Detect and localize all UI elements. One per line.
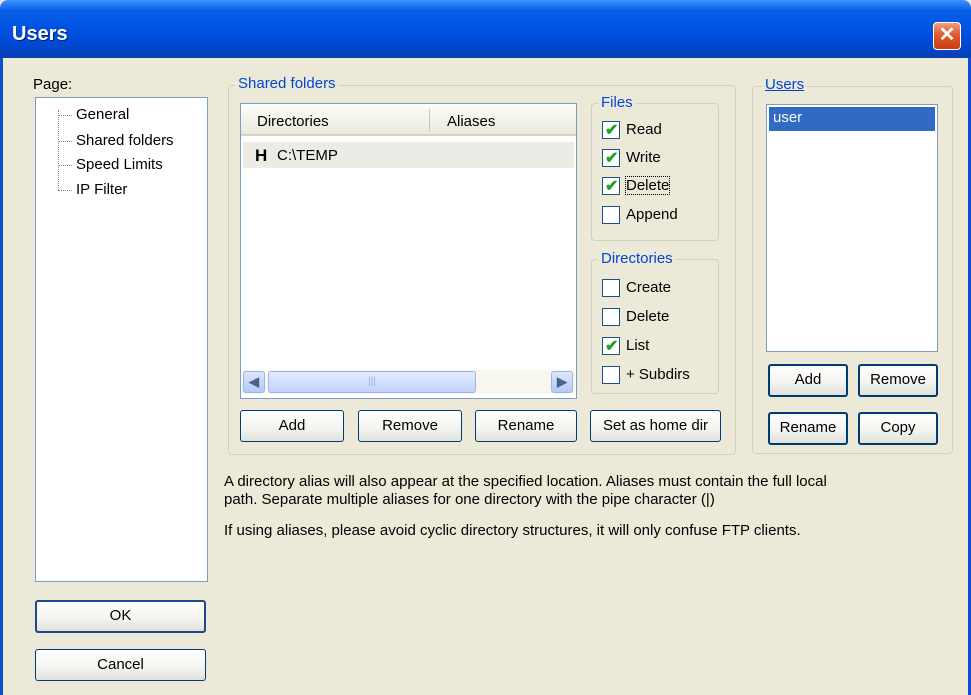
ok-button[interactable]: OK — [35, 600, 206, 633]
directory-row[interactable]: H C:\TEMP — [243, 142, 574, 168]
cancel-button[interactable]: Cancel — [35, 649, 206, 681]
grip-icon: ||| — [368, 376, 376, 387]
checkbox-box — [602, 279, 620, 297]
shared-folders-title: Shared folders — [235, 75, 339, 92]
chevron-right-icon: ▶ — [557, 374, 567, 389]
column-directories[interactable]: Directories — [257, 113, 329, 130]
check-icon: ✔ — [605, 178, 619, 195]
tree-connector — [58, 115, 72, 116]
tree-item-shared-folders[interactable]: Shared folders — [76, 132, 174, 149]
tree-connector — [58, 165, 72, 166]
add-user-button[interactable]: Add — [768, 364, 848, 397]
checkbox-label: + Subdirs — [626, 366, 690, 383]
check-icon: ✔ — [605, 150, 619, 167]
checkbox-box: ✔ — [602, 177, 620, 195]
close-button[interactable]: ✕ — [933, 22, 961, 50]
tree-connector — [58, 190, 72, 191]
user-list-item[interactable]: user — [769, 107, 935, 131]
checkbox-box — [602, 308, 620, 326]
checkbox-label: Read — [626, 121, 662, 138]
remove-user-button[interactable]: Remove — [858, 364, 938, 397]
users-list[interactable]: user — [766, 104, 938, 352]
add-directory-button[interactable]: Add — [240, 410, 344, 442]
page-tree[interactable]: General Shared folders Speed Limits IP F… — [35, 97, 208, 582]
checkbox-box: ✔ — [602, 337, 620, 355]
tree-connector — [58, 141, 72, 142]
page-label: Page: — [33, 76, 73, 93]
checkbox-label: Append — [626, 206, 678, 223]
copy-user-button[interactable]: Copy — [858, 412, 938, 445]
directory-path: C:\TEMP — [277, 147, 338, 164]
check-icon: ✔ — [605, 338, 619, 355]
checkbox-label: Delete — [626, 308, 670, 325]
remove-directory-button[interactable]: Remove — [358, 410, 462, 442]
tree-item-ip-filter[interactable]: IP Filter — [76, 181, 127, 198]
tree-item-speed-limits[interactable]: Speed Limits — [76, 156, 163, 173]
title-bar: Users ✕ — [0, 0, 971, 58]
checkbox-box — [602, 206, 620, 224]
column-aliases[interactable]: Aliases — [447, 113, 495, 130]
checkbox-label: Delete — [624, 176, 671, 195]
alias-info-line-1: A directory alias will also appear at th… — [224, 473, 827, 490]
close-icon: ✕ — [938, 24, 956, 46]
checkbox-box: ✔ — [602, 149, 620, 167]
scroll-right-button[interactable]: ▶ — [551, 371, 573, 393]
chevron-left-icon: ◀ — [249, 374, 259, 389]
column-divider[interactable] — [429, 109, 430, 131]
tree-item-general[interactable]: General — [76, 106, 129, 123]
window-title: Users — [12, 23, 68, 45]
horizontal-scrollbar[interactable]: ◀ ||| ▶ — [242, 370, 575, 394]
alias-info-line-3: If using aliases, please avoid cyclic di… — [224, 522, 801, 539]
checkbox-label: List — [626, 337, 650, 354]
checkbox-box — [602, 366, 620, 384]
home-dir-marker: H — [255, 146, 268, 165]
checkbox-label: Create — [626, 279, 672, 296]
alias-info-line-2: path. Separate multiple aliases for one … — [224, 491, 715, 508]
checkbox-box: ✔ — [602, 121, 620, 139]
directories-title: Directories — [598, 250, 676, 267]
directories-list[interactable]: Directories Aliases H C:\TEMP — [240, 103, 577, 399]
check-icon: ✔ — [605, 122, 619, 139]
rename-directory-button[interactable]: Rename — [475, 410, 577, 442]
set-home-dir-button[interactable]: Set as home dir — [590, 410, 721, 442]
tree-connector — [58, 110, 59, 190]
scroll-thumb[interactable]: ||| — [268, 371, 476, 393]
list-header: Directories Aliases — [241, 104, 576, 136]
rename-user-button[interactable]: Rename — [768, 412, 848, 445]
files-title: Files — [598, 94, 636, 111]
scroll-left-button[interactable]: ◀ — [243, 371, 265, 393]
checkbox-label: Write — [626, 149, 661, 166]
users-title: Users — [762, 76, 808, 93]
